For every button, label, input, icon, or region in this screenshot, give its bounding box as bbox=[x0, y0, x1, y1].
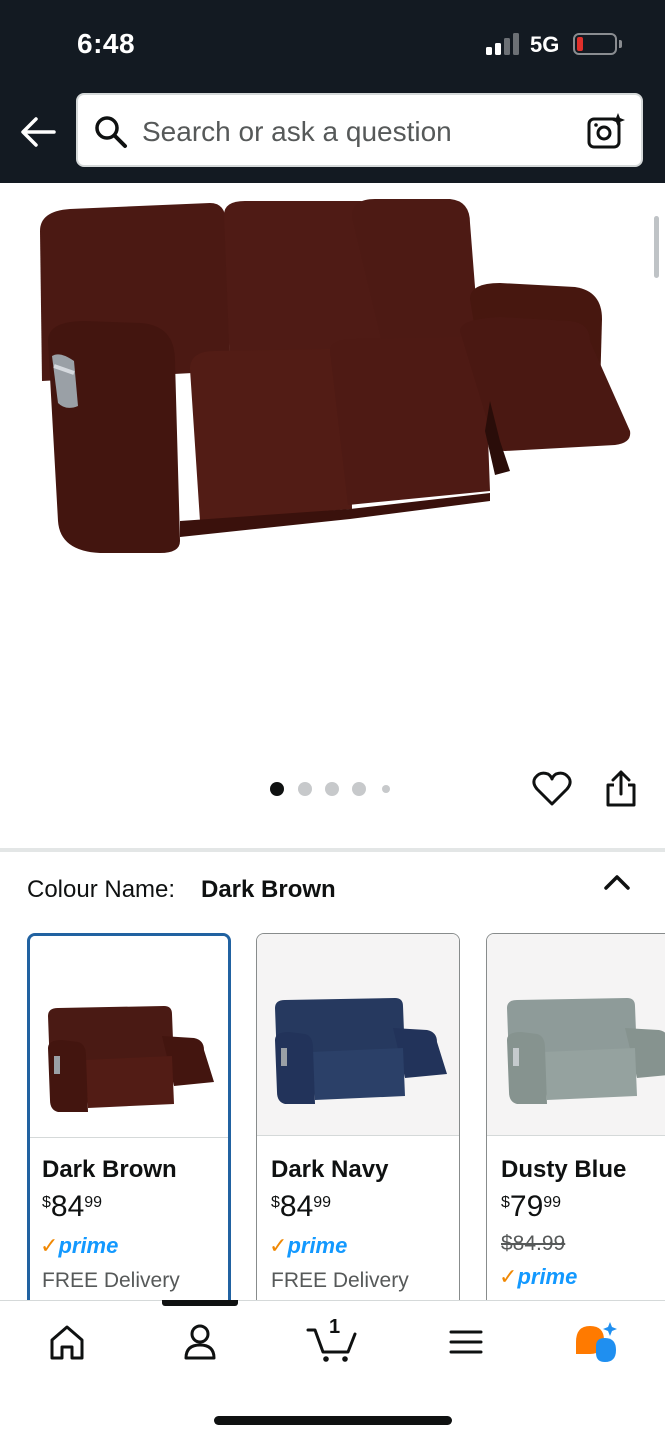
search-input[interactable]: Search or ask a question bbox=[142, 116, 452, 148]
search-icon bbox=[95, 116, 127, 148]
variation-option-price: $7999 bbox=[501, 1190, 562, 1223]
variation-option-dark-brown[interactable]: Dark Brown $8499 ✓prime FREE Delivery bbox=[27, 933, 231, 1313]
variation-option-image bbox=[257, 934, 459, 1136]
app-header: 6:48 5G Search or ask a question bbox=[0, 0, 665, 183]
prime-badge: ✓prime bbox=[269, 1233, 348, 1258]
chevron-up-icon[interactable] bbox=[603, 872, 631, 892]
cellular-signal-icon bbox=[486, 33, 520, 55]
carousel-dot-active[interactable] bbox=[270, 782, 284, 796]
delivery-text: FREE Delivery bbox=[42, 1269, 180, 1292]
section-divider bbox=[0, 848, 665, 852]
search-bar[interactable]: Search or ask a question bbox=[76, 93, 643, 167]
carousel-dot[interactable] bbox=[352, 782, 366, 796]
variation-option-name: Dusty Blue bbox=[501, 1156, 627, 1183]
status-time: 6:48 bbox=[77, 28, 136, 59]
variation-option-dusty-blue[interactable]: Dusty Blue $7999 $84.99 ✓prime bbox=[486, 933, 665, 1313]
variation-option-dark-navy[interactable]: Dark Navy $8499 ✓prime FREE Delivery bbox=[256, 933, 460, 1313]
carousel-dot[interactable] bbox=[382, 785, 390, 793]
menu-icon[interactable] bbox=[448, 1320, 484, 1364]
wishlist-heart-icon[interactable] bbox=[532, 770, 572, 808]
variation-label: Colour Name: bbox=[27, 876, 176, 903]
battery-cap bbox=[619, 40, 622, 48]
home-icon[interactable] bbox=[47, 1320, 87, 1364]
cart-count-badge: 1 bbox=[329, 1316, 341, 1338]
variation-option-price: $8499 bbox=[271, 1190, 332, 1223]
list-price: $84.99 bbox=[501, 1232, 566, 1255]
variation-selected-value: Dark Brown bbox=[201, 876, 336, 903]
variation-option-image bbox=[487, 934, 665, 1136]
prime-badge: ✓prime bbox=[499, 1264, 578, 1289]
variation-option-name: Dark Navy bbox=[271, 1156, 389, 1183]
carousel-page-indicator bbox=[270, 781, 400, 797]
rufus-ai-icon[interactable] bbox=[572, 1320, 622, 1364]
delivery-text: FREE Delivery bbox=[271, 1269, 409, 1292]
account-icon[interactable] bbox=[180, 1320, 220, 1364]
share-icon[interactable] bbox=[604, 768, 638, 808]
battery-icon bbox=[573, 33, 617, 55]
network-type: 5G bbox=[530, 32, 560, 57]
carousel-dot[interactable] bbox=[325, 782, 339, 796]
variation-option-name: Dark Brown bbox=[42, 1156, 177, 1183]
camera-search-icon[interactable] bbox=[587, 113, 625, 149]
prime-badge: ✓prime bbox=[40, 1233, 119, 1258]
back-button[interactable] bbox=[18, 110, 58, 154]
product-image-carousel[interactable] bbox=[0, 183, 665, 848]
variation-option-price: $8499 bbox=[42, 1190, 103, 1223]
product-image bbox=[40, 199, 631, 553]
carousel-dot[interactable] bbox=[298, 782, 312, 796]
home-indicator bbox=[214, 1416, 452, 1425]
nav-active-indicator bbox=[162, 1300, 238, 1306]
back-arrow-icon bbox=[21, 117, 56, 147]
page-scrollbar[interactable] bbox=[654, 216, 659, 278]
variation-option-image bbox=[30, 936, 228, 1138]
